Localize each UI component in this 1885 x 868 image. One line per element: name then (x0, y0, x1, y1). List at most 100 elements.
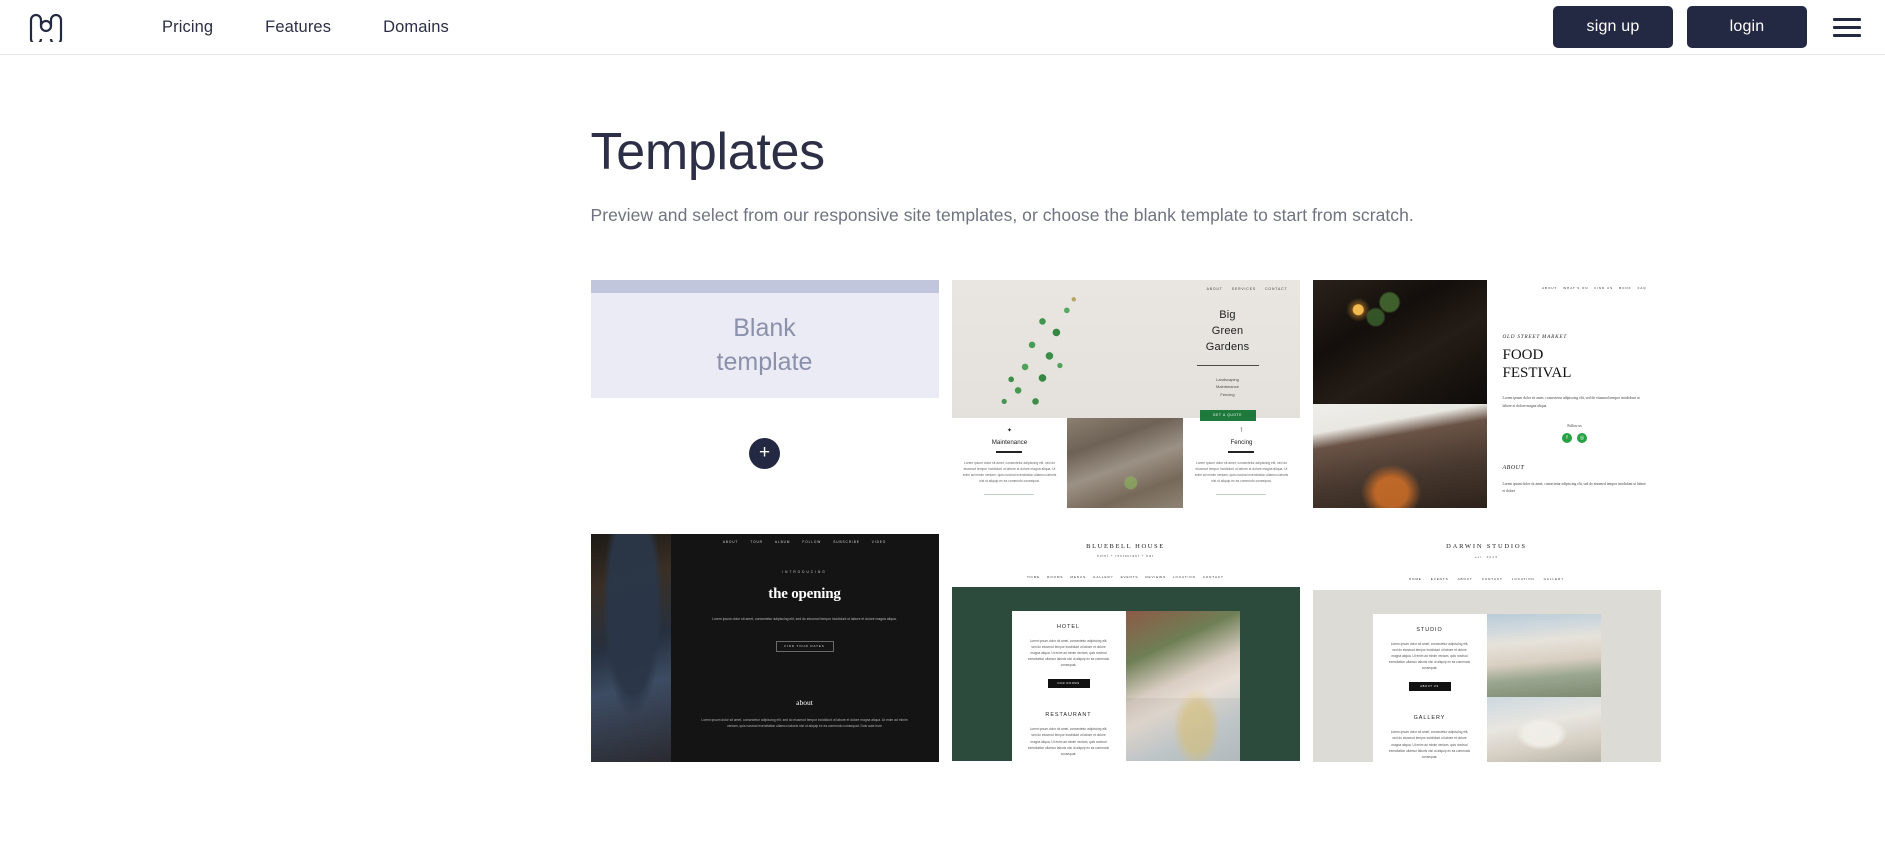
blank-template-preview[interactable]: Blank template (590, 280, 939, 398)
bluebell-tagline: hotel + restaurant + bar (1096, 554, 1155, 558)
gardens-nav-item: CONTACT (1265, 287, 1288, 291)
template-card-darwin-studios[interactable]: DARWIN STUDIOS est. 2015 HOME EVENTS ABO… (1312, 534, 1661, 762)
opening-tour-dates-button: FIND TOUR DATES (775, 640, 834, 652)
site-header: Pricing Features Domains sign up login (0, 0, 1885, 55)
opening-kicker: INTRODUCING (782, 570, 827, 574)
darwin-nav-item: CONTACT (1481, 577, 1503, 581)
template-card-the-opening[interactable]: ABOUT TOUR ALBUM FOLLOW SUBSCRIBE VIDEO … (590, 534, 939, 762)
bluebell-nav-item: GALLERY (1093, 575, 1114, 579)
blank-template-actions: + (591, 438, 939, 469)
darwin-body: STUDIO Lorem ipsum dolor sit amet, conse… (1312, 590, 1661, 762)
hamburger-bar (1833, 33, 1861, 37)
content-container: Templates Preview and select from our re… (193, 122, 1693, 762)
hamburger-menu-icon[interactable] (1833, 14, 1863, 40)
food-social-icons: f ◎ (1503, 432, 1647, 443)
template-card-food-festival[interactable]: ABOUT WHAT'S ON FIND US BOOK FAQ OLD STR… (1312, 280, 1661, 508)
opening-portrait-image (590, 534, 671, 762)
opening-nav-item: ABOUT (722, 540, 739, 544)
fence-icon: ⊺ (1239, 428, 1244, 434)
gardens-nav-item: SERVICES (1231, 287, 1257, 291)
blank-template-label: Blank template (591, 293, 939, 398)
bluebell-nav-item: ROOMS (1047, 575, 1064, 579)
food-festival-preview[interactable]: ABOUT WHAT'S ON FIND US BOOK FAQ OLD STR… (1312, 280, 1661, 508)
food-follow-label: Follow us (1567, 423, 1582, 428)
darwin-gallery-heading: GALLERY (1413, 715, 1446, 722)
hamburger-bar (1833, 17, 1861, 21)
gardens-service: Fencing (1220, 391, 1235, 397)
darwin-church-image (1486, 697, 1601, 762)
darwin-text-column: STUDIO Lorem ipsum dolor sit amet, conse… (1373, 614, 1487, 762)
page-subtitle: Preview and select from our responsive s… (590, 205, 1414, 225)
opening-about-text: Lorem ipsum dolor sit amet, consectetur … (701, 717, 908, 729)
bluebell-nav: HOME ROOMS MENUS GALLERY EVENTS REVIEWS … (952, 575, 1300, 579)
sign-up-button[interactable]: sign up (1553, 6, 1673, 48)
gardens-title-line: Big (1219, 309, 1236, 321)
bluebell-nav-item: CONTACT (1202, 575, 1224, 579)
darwin-gallery-text: Lorem ipsum dolor sit amet, consectetur … (1388, 730, 1471, 759)
bluebell-nav-item: HOME (1027, 575, 1041, 579)
nav-link-features[interactable]: Features (239, 18, 357, 37)
darwin-header: DARWIN STUDIOS est. 2015 HOME EVENTS ABO… (1313, 534, 1661, 581)
blank-template-line2: template (716, 347, 813, 376)
add-blank-template-button[interactable]: + (749, 438, 780, 469)
food-title-line: FOOD (1502, 347, 1544, 363)
food-nav: ABOUT WHAT'S ON FIND US BOOK FAQ (1503, 286, 1647, 290)
darwin-panel: STUDIO Lorem ipsum dolor sit amet, conse… (1372, 614, 1601, 762)
bluebell-body: HOTEL Lorem ipsum dolor sit amet, consec… (951, 587, 1300, 761)
template-card-blank[interactable]: Blank template + (590, 280, 939, 508)
bluebell-restaurant-section: RESTAURANT Lorem ipsum dolor sit amet, c… (1012, 688, 1126, 756)
food-nav-item: WHAT'S ON (1563, 286, 1589, 290)
nav-link-pricing[interactable]: Pricing (136, 18, 239, 37)
darwin-nav-item: HOME (1408, 577, 1422, 581)
darwin-nav-item: EVENTS (1430, 577, 1449, 581)
bluebell-our-rooms-button: OUR ROOMS (1047, 679, 1090, 689)
gardens-lower-sections: ✦ Maintenance Lorem ipsum dolor sit amet… (951, 418, 1300, 508)
gardens-service: Landscaping (1216, 376, 1239, 382)
bluebell-preview[interactable]: BLUEBELL HOUSE hotel + restaurant + bar … (951, 534, 1300, 762)
gardens-service: Maintenance (1216, 384, 1239, 390)
darwin-image-column (1486, 614, 1601, 762)
food-nav-item: FAQ (1637, 286, 1647, 290)
food-title-line: FESTIVAL (1502, 364, 1572, 381)
bluebell-nav-item: LOCATION (1172, 575, 1196, 579)
the-opening-preview[interactable]: ABOUT TOUR ALBUM FOLLOW SUBSCRIBE VIDEO … (590, 534, 939, 762)
template-card-bluebell-house[interactable]: BLUEBELL HOUSE hotel + restaurant + bar … (951, 534, 1300, 762)
darwin-studio-text: Lorem ipsum dolor sit amet, consectetur … (1388, 642, 1471, 671)
page-title: Templates (590, 123, 826, 181)
darwin-nav-item: LOCATION (1511, 577, 1535, 581)
gardens-fencing-column: ⊺ Fencing Lorem ipsum dolor sit amet, co… (1183, 418, 1299, 508)
instagram-icon: ◎ (1577, 432, 1587, 443)
gardens-maintenance-text: Lorem ipsum dolor sit amet, consectetur … (962, 460, 1057, 484)
facebook-icon: f (1562, 432, 1572, 443)
darwin-preview[interactable]: DARWIN STUDIOS est. 2015 HOME EVENTS ABO… (1312, 534, 1661, 762)
bluebell-nav-item: REVIEWS (1145, 575, 1166, 579)
darwin-gallery-section: GALLERY Lorem ipsum dolor sit amet, cons… (1373, 691, 1487, 759)
template-card-big-green-gardens[interactable]: ABOUT SERVICES CONTACT Big Green Gardens (951, 280, 1300, 508)
darwin-established: est. 2015 (1474, 555, 1499, 559)
opening-nav: ABOUT TOUR ALBUM FOLLOW SUBSCRIBE VIDEO (671, 540, 939, 544)
opening-content: ABOUT TOUR ALBUM FOLLOW SUBSCRIBE VIDEO … (671, 534, 939, 762)
bluebell-restaurant-heading: RESTAURANT (1045, 712, 1092, 719)
food-images (1312, 280, 1487, 508)
gardens-fencing-divider (1228, 451, 1255, 453)
nav-link-domains[interactable]: Domains (357, 18, 475, 37)
opening-title: the opening (768, 586, 841, 602)
bluebell-header: BLUEBELL HOUSE hotel + restaurant + bar … (952, 534, 1300, 579)
gardens-title-line: Green (1211, 324, 1244, 337)
darwin-about-us-button: ABOUT US (1408, 682, 1451, 692)
moonfruit-m-logo[interactable] (28, 10, 68, 44)
food-nav-item: FIND US (1594, 286, 1614, 290)
gardens-title: Big Green Gardens (1168, 308, 1288, 356)
opening-nav-item: ALBUM (774, 540, 791, 544)
bluebell-logo: BLUEBELL HOUSE (1086, 543, 1165, 550)
food-about-text: Lorem ipsum dolor sit amet, consectetur … (1502, 481, 1647, 493)
food-title: FOOD FESTIVAL (1503, 347, 1647, 382)
bluebell-hotel-section: HOTEL Lorem ipsum dolor sit amet, consec… (1012, 611, 1126, 689)
food-nav-item: BOOK (1619, 286, 1632, 290)
darwin-santorini-image (1486, 614, 1601, 698)
darwin-nav-item: ABOUT (1457, 577, 1473, 581)
gardens-divider (1196, 364, 1259, 366)
opening-about-heading: about (796, 697, 813, 707)
gardens-preview[interactable]: ABOUT SERVICES CONTACT Big Green Gardens (951, 280, 1300, 508)
login-button[interactable]: login (1687, 6, 1807, 48)
